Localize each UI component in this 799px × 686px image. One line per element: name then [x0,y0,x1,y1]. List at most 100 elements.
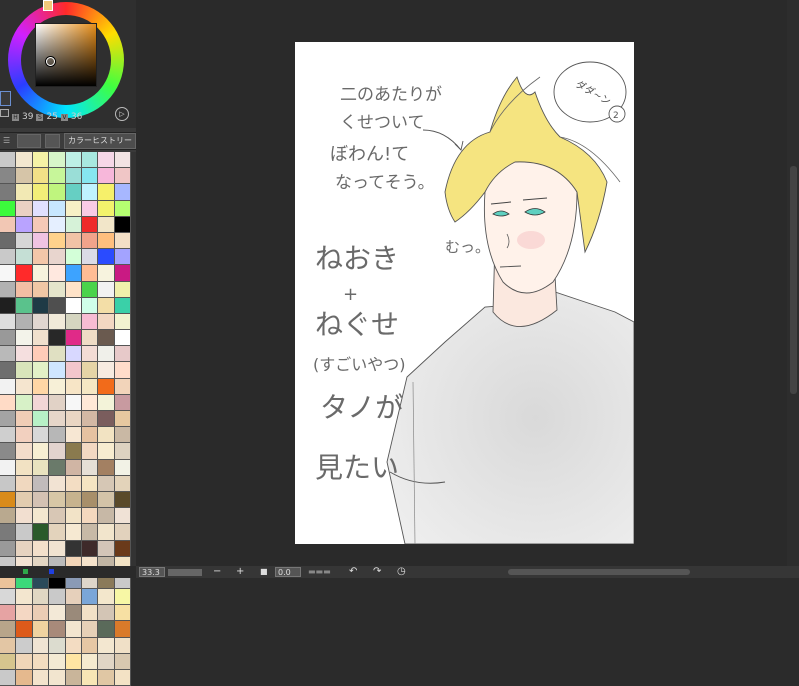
palette-color-cell[interactable] [16,297,33,314]
palette-color-cell[interactable] [32,152,50,169]
palette-color-cell[interactable] [49,200,66,217]
rotate-left-icon[interactable]: ↶ [349,566,357,578]
palette-color-cell[interactable] [49,281,66,298]
palette-color-cell[interactable] [65,265,82,282]
palette-color-cell[interactable] [16,200,33,217]
palette-color-cell[interactable] [114,152,131,169]
palette-color-cell[interactable] [98,200,115,217]
palette-color-cell[interactable] [0,297,17,314]
palette-color-cell[interactable] [16,330,33,347]
palette-color-cell[interactable] [0,152,17,169]
palette-color-cell[interactable] [98,346,115,363]
palette-color-cell[interactable] [49,540,66,557]
palette-color-cell[interactable] [0,346,17,363]
palette-color-cell[interactable] [16,621,33,638]
palette-color-cell[interactable] [81,653,99,670]
palette-color-cell[interactable] [81,249,99,266]
palette-color-cell[interactable] [32,475,50,492]
palette-color-cell[interactable] [114,265,131,282]
palette-color-cell[interactable] [16,491,33,509]
palette-color-cell[interactable] [16,346,33,363]
palette-color-cell[interactable] [114,184,131,201]
palette-color-cell[interactable] [114,378,131,395]
palette-color-cell[interactable] [16,475,33,492]
palette-color-cell[interactable] [81,346,99,363]
palette-color-cell[interactable] [0,249,17,266]
fit-icon[interactable]: ■ [260,566,268,578]
palette-color-cell[interactable] [81,637,99,654]
zoom-slider[interactable] [168,569,202,576]
palette-color-cell[interactable] [32,378,50,395]
palette-color-cell[interactable] [65,200,82,217]
palette-color-cell[interactable] [98,362,115,379]
palette-color-cell[interactable] [0,362,17,379]
palette-color-cell[interactable] [98,637,115,654]
palette-color-cell[interactable] [114,346,131,363]
palette-color-cell[interactable] [32,394,50,411]
palette-color-cell[interactable] [65,605,82,622]
palette-color-cell[interactable] [81,394,99,411]
palette-color-cell[interactable] [81,589,99,606]
palette-color-cell[interactable] [98,427,115,444]
palette-color-cell[interactable] [81,508,99,525]
palette-color-cell[interactable] [65,411,82,428]
palette-color-cell[interactable] [114,330,131,347]
palette-color-cell[interactable] [32,459,50,476]
palette-color-cell[interactable] [16,653,33,670]
palette-color-cell[interactable] [49,297,66,314]
palette-color-cell[interactable] [114,670,131,686]
palette-color-cell[interactable] [81,411,99,428]
palette-color-cell[interactable] [49,427,66,444]
canvas-vertical-scroll-thumb[interactable] [790,166,797,394]
palette-color-cell[interactable] [98,265,115,282]
palette-color-cell[interactable] [65,168,82,185]
palette-color-cell[interactable] [0,459,17,476]
sub-color-swatch[interactable] [0,109,9,117]
palette-color-cell[interactable] [0,265,17,282]
palette-color-cell[interactable] [16,443,33,460]
palette-color-cell[interactable] [65,346,82,363]
palette-color-cell[interactable] [0,491,17,509]
palette-color-cell[interactable] [98,184,115,201]
palette-color-cell[interactable] [114,281,131,298]
palette-color-cell[interactable] [98,475,115,492]
palette-color-cell[interactable] [114,200,131,217]
reset-rotation-icon[interactable]: ◷ [397,566,406,578]
palette-color-cell[interactable] [49,459,66,476]
palette-color-cell[interactable] [114,621,131,638]
palette-color-cell[interactable] [16,605,33,622]
palette-color-cell[interactable] [81,475,99,492]
v-value[interactable]: 36 [71,112,82,122]
palette-color-cell[interactable] [65,540,82,557]
palette-color-cell[interactable] [32,200,50,217]
palette-color-cell[interactable] [98,443,115,460]
palette-color-cell[interactable] [32,184,50,201]
palette-color-cell[interactable] [0,653,17,670]
tab-color-set[interactable] [16,134,42,148]
palette-color-cell[interactable] [81,427,99,444]
palette-color-cell[interactable] [81,297,99,314]
palette-color-cell[interactable] [16,232,33,250]
palette-color-cell[interactable] [32,265,50,282]
palette-color-cell[interactable] [49,443,66,460]
palette-color-cell[interactable] [81,200,99,217]
palette-color-cell[interactable] [98,670,115,686]
palette-color-cell[interactable] [114,524,131,541]
palette-color-cell[interactable] [98,459,115,476]
palette-color-cell[interactable] [49,216,66,233]
palette-color-cell[interactable] [98,540,115,557]
palette-color-cell[interactable] [114,653,131,670]
palette-color-cell[interactable] [16,378,33,395]
palette-color-cell[interactable] [65,249,82,266]
palette-color-cell[interactable] [81,265,99,282]
palette-color-cell[interactable] [16,411,33,428]
palette-color-cell[interactable] [65,394,82,411]
palette-color-cell[interactable] [49,589,66,606]
palette-color-cell[interactable] [32,427,50,444]
palette-color-cell[interactable] [65,216,82,233]
palette-color-cell[interactable] [98,313,115,331]
palette-color-cell[interactable] [49,670,66,686]
palette-color-cell[interactable] [98,524,115,541]
palette-color-cell[interactable] [81,313,99,331]
palette-color-cell[interactable] [32,491,50,509]
